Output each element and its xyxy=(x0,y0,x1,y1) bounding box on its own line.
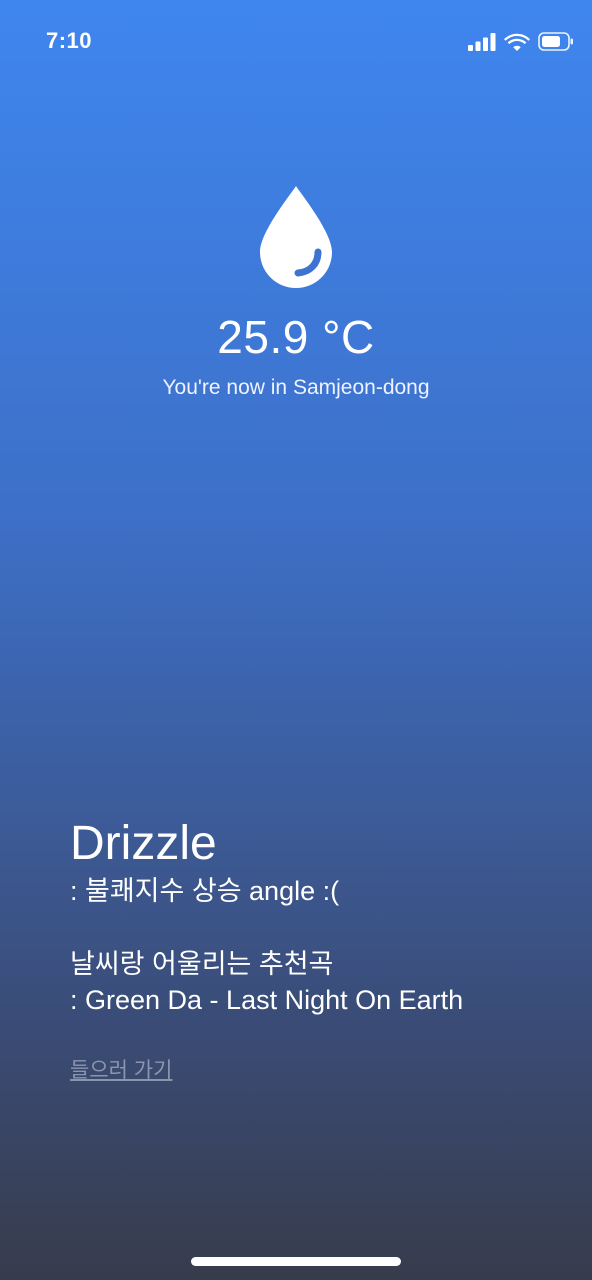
temperature: 25.9 °C xyxy=(217,311,375,363)
location-text: You're now in Samjeon-dong xyxy=(162,376,430,399)
weather-hero: 25.9 °C You're now in Samjeon-dong xyxy=(0,184,592,400)
status-icons xyxy=(468,32,574,51)
weather-info: Drizzle : 불쾌지수 상승 angle :( 날씨랑 어울리는 추천곡 … xyxy=(70,814,570,1084)
weather-condition: Drizzle xyxy=(70,817,217,870)
cellular-signal-icon xyxy=(468,32,496,51)
battery-icon xyxy=(538,32,573,51)
recommendation-title: 날씨랑 어울리는 추천곡 xyxy=(70,949,334,979)
condition-description: : 불쾌지수 상승 angle :( xyxy=(70,876,340,906)
recommended-song: : Green Da - Last Night On Earth xyxy=(70,985,464,1015)
listen-link[interactable]: 들으러 가기 xyxy=(70,1054,172,1084)
status-time: 7:10 xyxy=(46,28,93,53)
raindrop-icon xyxy=(260,186,332,288)
weather-screen: 7:10 25.9 °C You're now in Samjeon-dong … xyxy=(0,0,592,1280)
home-indicator[interactable] xyxy=(191,1257,401,1266)
wifi-icon xyxy=(504,33,530,51)
status-bar: 7:10 xyxy=(0,0,592,88)
